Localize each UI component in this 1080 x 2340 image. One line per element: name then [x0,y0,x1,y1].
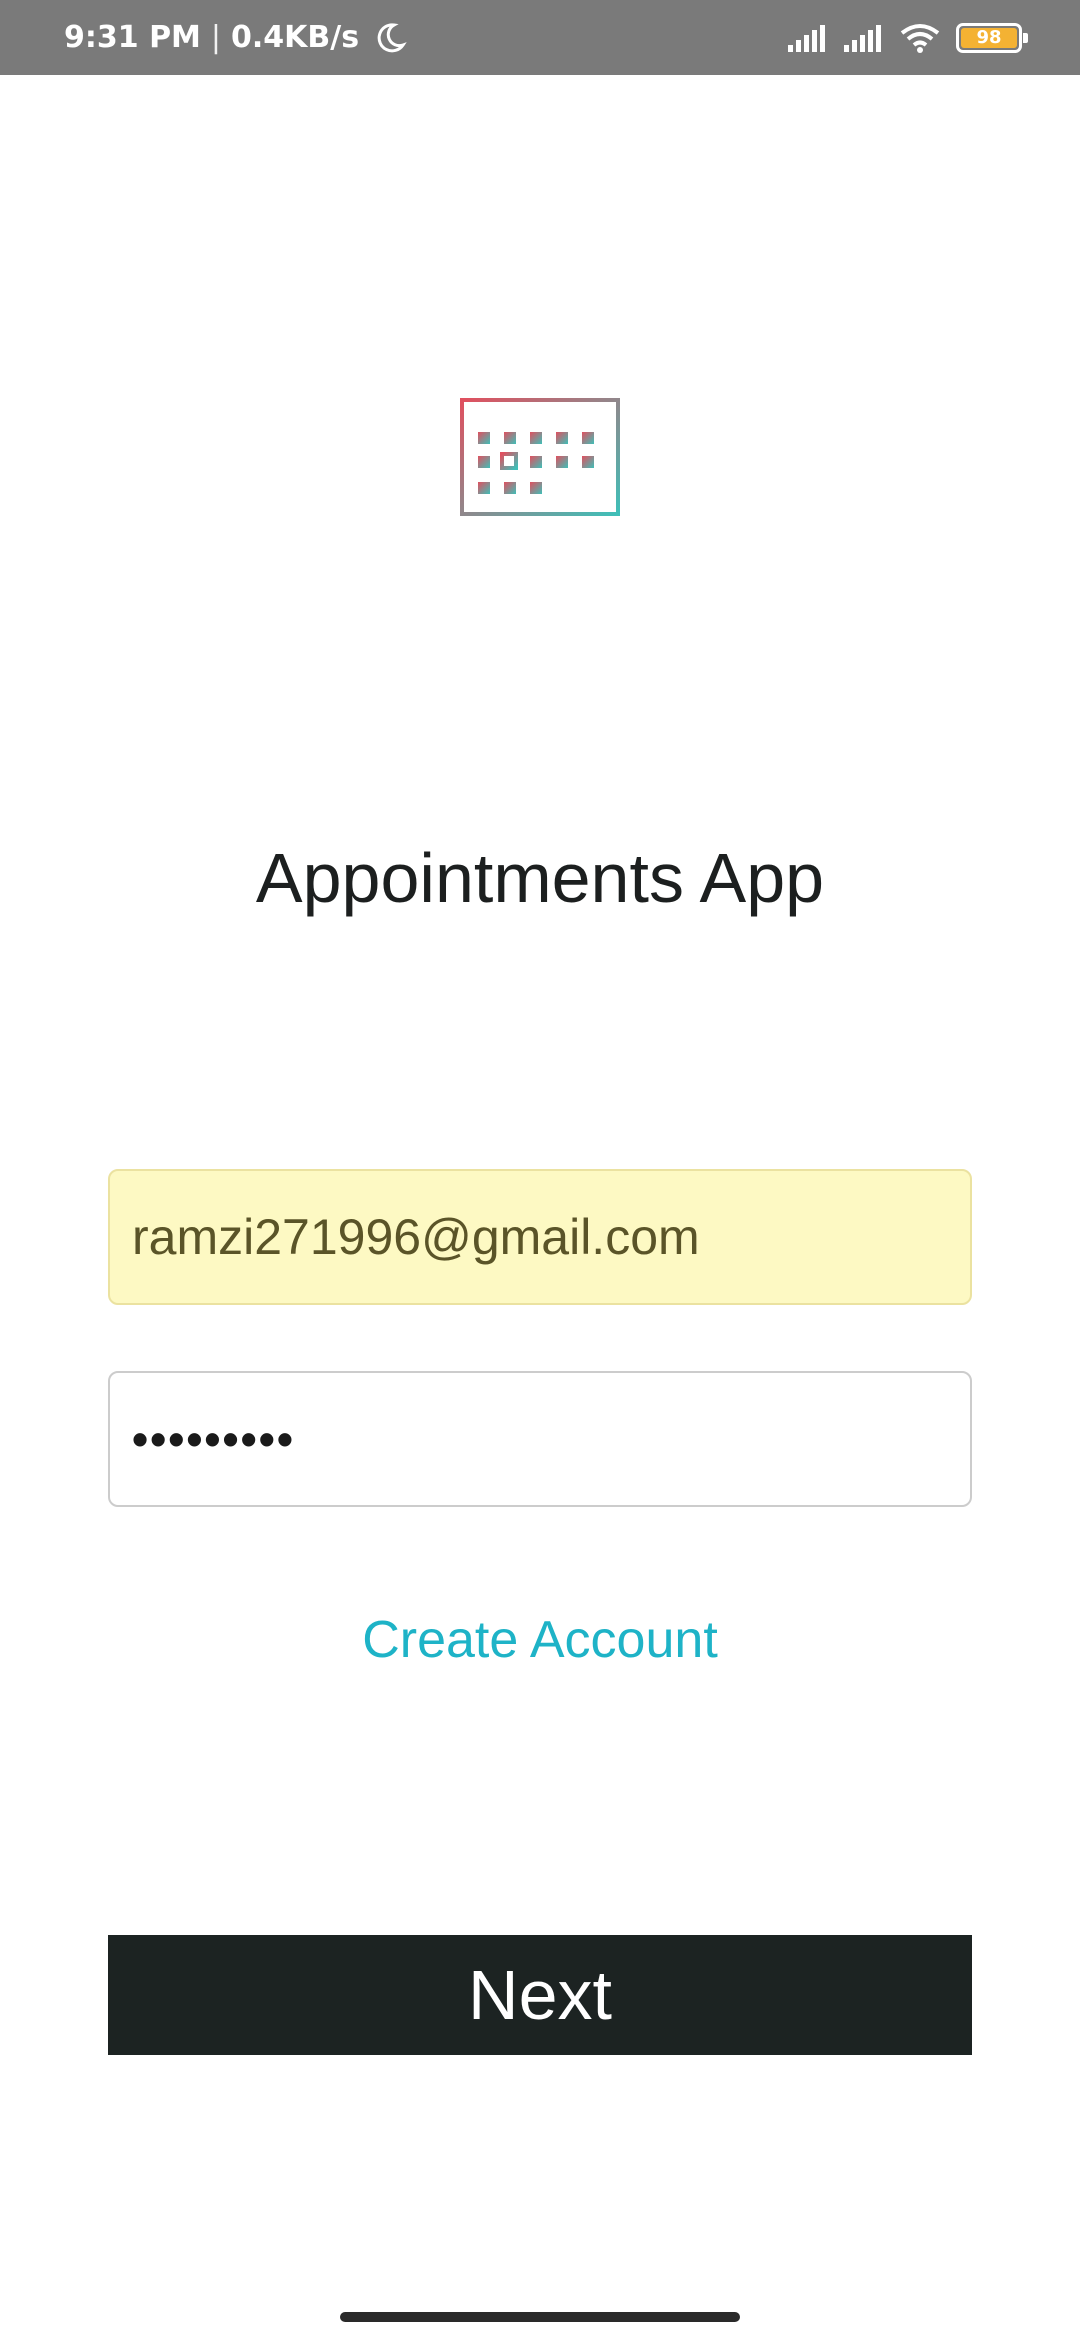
status-time: 9:31 PM [64,20,201,55]
signal-icon [788,24,825,52]
moon-icon [377,22,407,52]
email-value: ramzi271996@gmail.com [132,1209,700,1265]
battery-tip [1023,32,1028,43]
signal-icon [844,24,881,52]
status-separator: | [210,20,222,55]
network-speed: 0.4KB/s [231,20,360,55]
status-bar: 9:31 PM | 0.4KB/s 98 [0,0,1080,75]
next-button[interactable]: Next [108,1935,972,2055]
login-screen: 9:31 PM | 0.4KB/s 98 Appointments App ra… [0,0,1080,2340]
wifi-icon [900,23,940,53]
calendar-icon [460,390,620,516]
email-field[interactable]: ramzi271996@gmail.com [108,1169,972,1305]
password-field[interactable]: ••••••••• [108,1371,972,1507]
home-indicator[interactable] [340,2312,740,2322]
app-title: Appointments App [255,839,825,917]
create-account-link[interactable]: Create Account [0,1610,1080,1670]
battery-level: 98 [961,27,1017,48]
status-left: 9:31 PM | 0.4KB/s [64,0,407,75]
password-value: ••••••••• [132,1413,295,1465]
status-right: 98 [786,0,1028,75]
battery-icon: 98 [956,22,1028,53]
